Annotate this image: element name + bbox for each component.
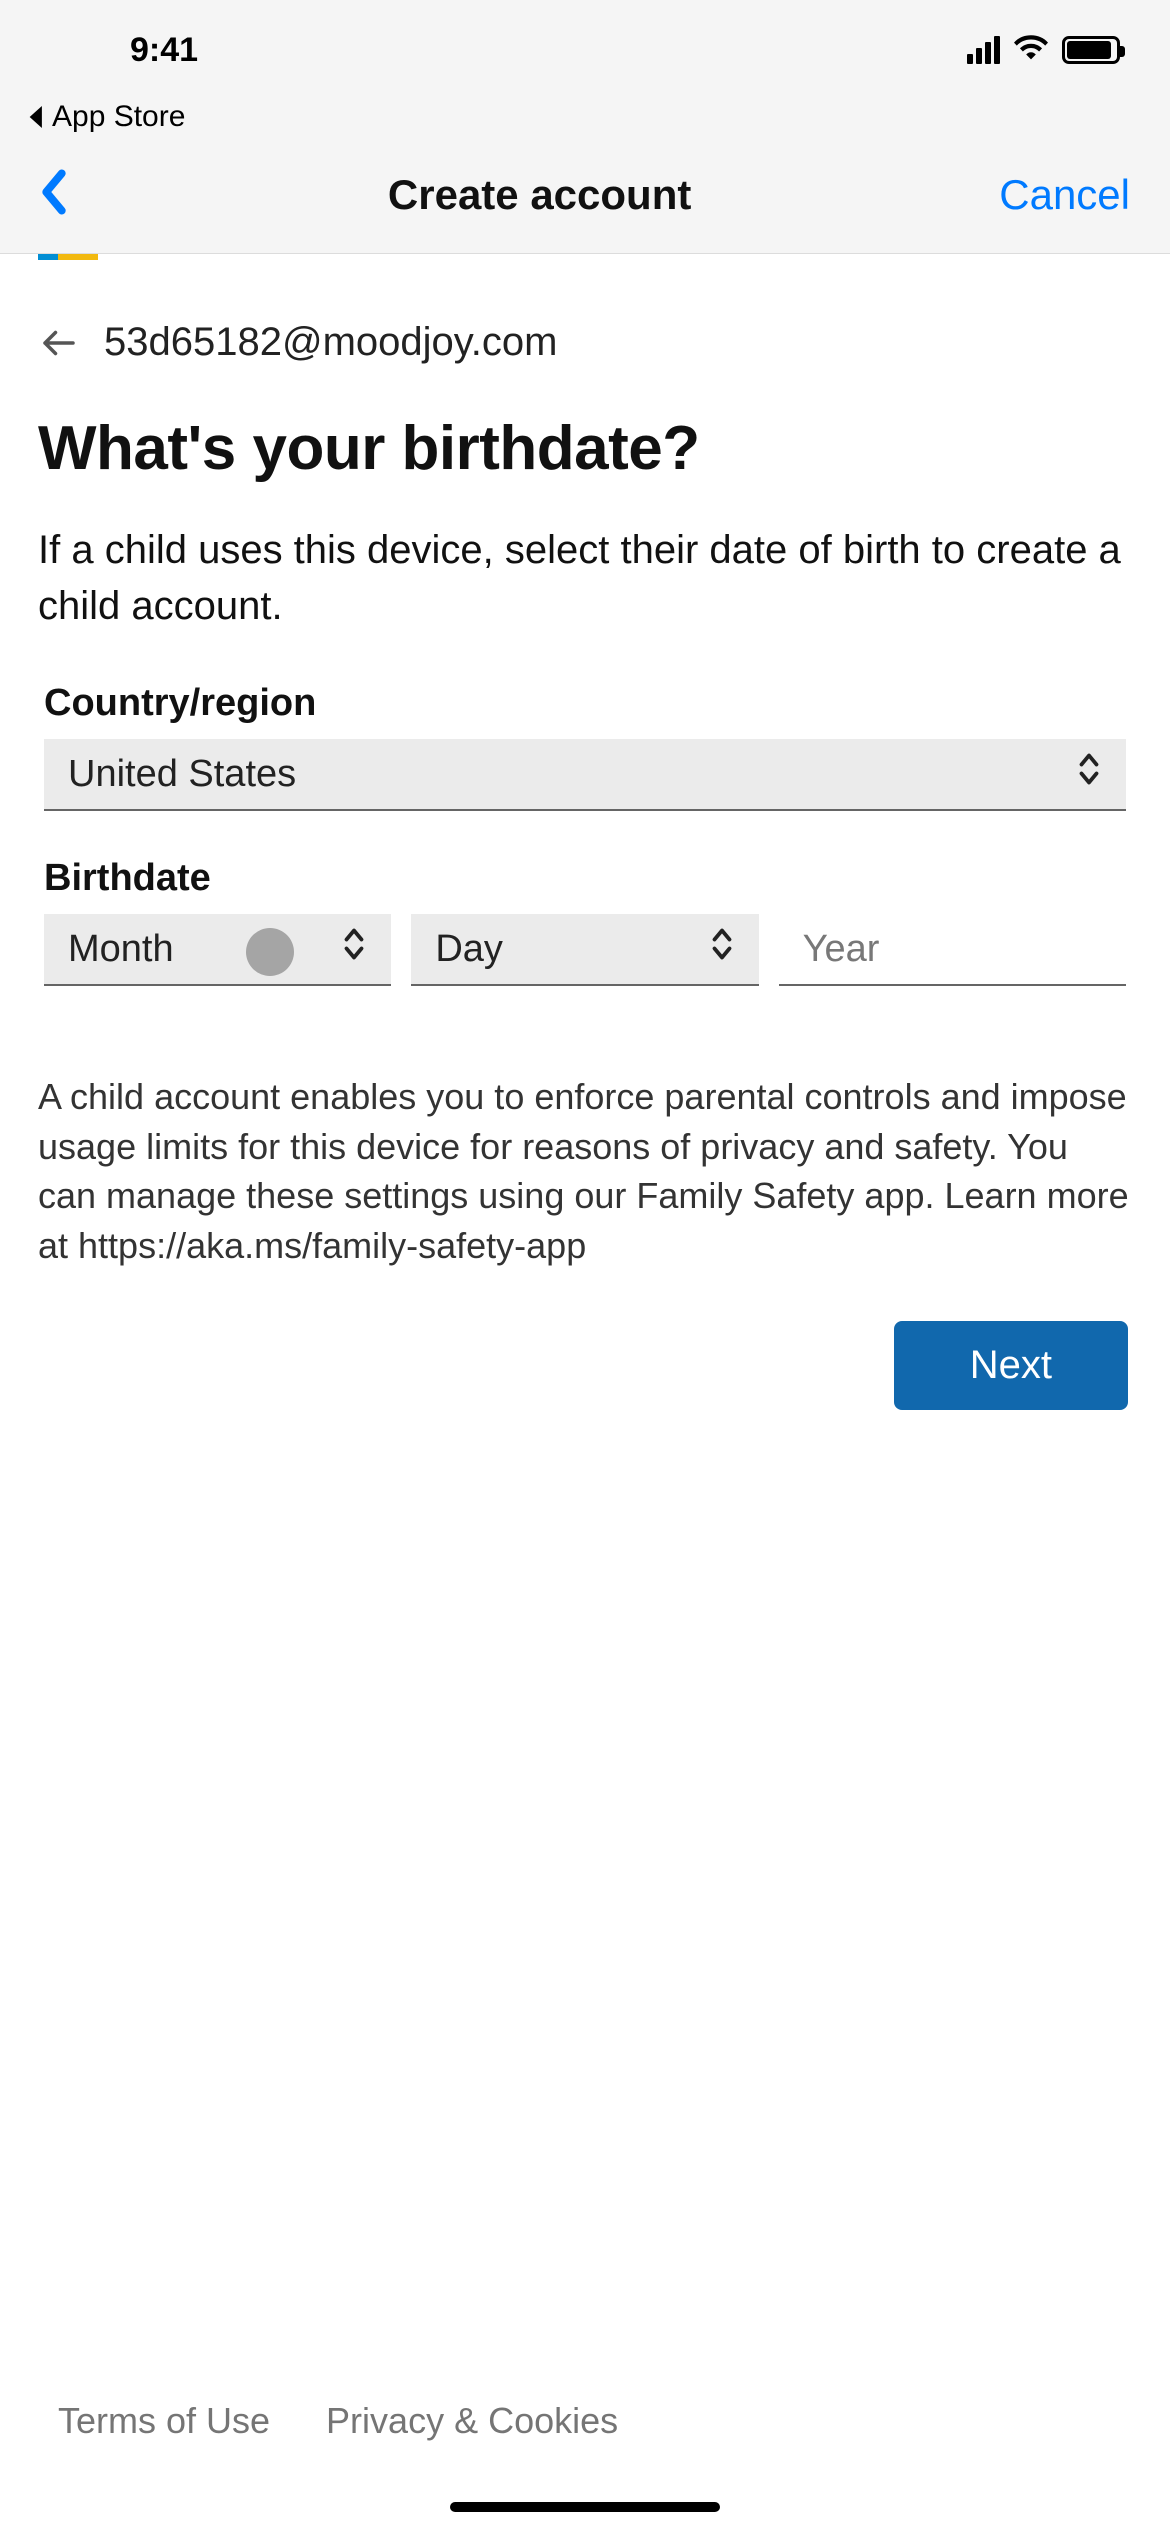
touch-indicator xyxy=(246,928,294,976)
status-time: 9:41 xyxy=(130,31,198,70)
progress-indicator xyxy=(0,254,1170,260)
wifi-icon xyxy=(1014,31,1048,70)
info-text: A child account enables you to enforce p… xyxy=(38,1072,1132,1271)
arrow-left-icon xyxy=(38,322,80,364)
home-indicator[interactable] xyxy=(450,2502,720,2512)
day-placeholder: Day xyxy=(435,928,503,971)
battery-icon xyxy=(1062,36,1120,64)
back-caret-icon xyxy=(28,106,46,128)
month-select[interactable]: Month xyxy=(44,914,391,986)
birthdate-label: Birthdate xyxy=(44,857,1126,900)
country-field-group: Country/region United States xyxy=(44,682,1126,811)
status-bar: 9:41 xyxy=(0,0,1170,100)
account-email: 53d65182@moodjoy.com xyxy=(104,320,557,365)
status-icons xyxy=(967,31,1120,70)
return-app-label: App Store xyxy=(52,100,185,134)
country-label: Country/region xyxy=(44,682,1126,725)
month-placeholder: Month xyxy=(68,928,174,971)
year-placeholder: Year xyxy=(803,928,880,971)
cellular-signal-icon xyxy=(967,36,1000,64)
page-heading: What's your birthdate? xyxy=(38,413,1132,484)
country-value: United States xyxy=(68,753,296,796)
day-select[interactable]: Day xyxy=(411,914,758,986)
footer-links: Terms of Use Privacy & Cookies xyxy=(38,2400,1132,2502)
back-button[interactable] xyxy=(40,168,80,221)
chevron-left-icon xyxy=(40,168,68,216)
content: 53d65182@moodjoy.com What's your birthda… xyxy=(0,260,1170,2502)
terms-link[interactable]: Terms of Use xyxy=(58,2400,270,2442)
chevron-up-down-icon xyxy=(709,926,735,972)
country-select[interactable]: United States xyxy=(44,739,1126,811)
chevron-up-down-icon xyxy=(341,926,367,972)
birthdate-field-group: Birthdate Month Day Year xyxy=(44,857,1126,986)
privacy-link[interactable]: Privacy & Cookies xyxy=(326,2400,618,2442)
page-title: Create account xyxy=(388,171,691,219)
email-back-row[interactable]: 53d65182@moodjoy.com xyxy=(38,320,1132,365)
instruction-text: If a child uses this device, select thei… xyxy=(38,522,1132,634)
return-to-app[interactable]: App Store xyxy=(0,100,1170,148)
chevron-up-down-icon xyxy=(1076,751,1102,797)
cancel-button[interactable]: Cancel xyxy=(999,171,1130,219)
next-button[interactable]: Next xyxy=(894,1321,1128,1410)
year-input[interactable]: Year xyxy=(779,914,1126,986)
nav-bar: Create account Cancel xyxy=(0,148,1170,254)
